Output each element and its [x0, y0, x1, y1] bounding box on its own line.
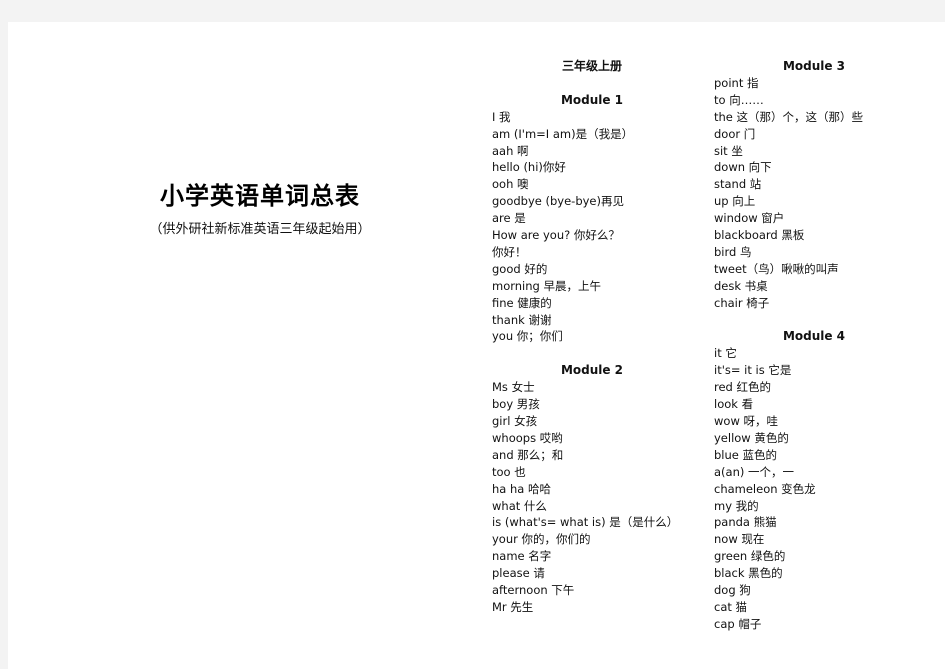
vocabulary-entry: Mr 先生	[492, 599, 534, 614]
vocabulary-entry: good 好的	[492, 261, 548, 276]
module-section: Module 3 point 指 to 向…… the 这（那）个，这（那）些 doo…	[714, 58, 914, 312]
vocabulary-entry: bird 鸟	[714, 244, 752, 259]
vocabulary-entry: please 请	[492, 566, 545, 581]
vocabulary-entry: dog 狗	[714, 583, 751, 598]
module-heading: Module 1	[560, 92, 624, 107]
vocabulary-entry: it 它	[714, 346, 737, 361]
module-section: Module 1 I 我 am (I'm=I am)是（我是） aah 啊 hello…	[492, 92, 692, 346]
vocabulary-entry: fine 健康的	[492, 295, 552, 310]
document-subtitle: （供外研社新标准英语三年级起始用）	[149, 222, 371, 237]
vocabulary-entry: cap 帽子	[714, 616, 762, 631]
vocabulary-entry: what 什么	[492, 498, 547, 513]
vocabulary-entry: thank 谢谢	[492, 312, 552, 327]
word-list-right-column: Module 3 point 指 to 向…… the 这（那）个，这（那）些 doo…	[714, 58, 914, 633]
vocabulary-entry: green 绿色的	[714, 549, 786, 564]
vocabulary-entry: chameleon 变色龙	[714, 481, 816, 496]
vocabulary-entry: wow 呀，哇	[714, 414, 779, 429]
vocabulary-entry: sit 坐	[714, 143, 743, 158]
vocabulary-entry: ooh 噢	[492, 177, 529, 192]
vocabulary-entry: 你好！	[492, 244, 527, 259]
vocabulary-entry: morning 早晨，上午	[492, 278, 601, 293]
module-heading: Module 3	[782, 59, 846, 73]
module-entries: it 它 it's= it is 它是 red 红色的 look 看 wow 呀，哇 ye…	[714, 345, 914, 632]
module-entries: point 指 to 向…… the 这（那）个，这（那）些 door 门 sit 坐 d…	[714, 75, 914, 312]
vocabulary-entry: whoops 哎哟	[492, 430, 563, 445]
vocabulary-entry: tweet（鸟）啾啾的叫声	[714, 261, 839, 276]
volume-heading: 三年级上册	[561, 59, 622, 73]
vocabulary-entry: goodbye (bye-bye)再见	[492, 194, 624, 209]
vocabulary-entry: Ms 女士	[492, 380, 535, 395]
vocabulary-entry: How are you? 你好么？	[492, 228, 620, 243]
module-section: Module 2 Ms 女士 boy 男孩 girl 女孩 whoops 哎哟 and …	[492, 362, 692, 616]
vocabulary-entry: I 我	[492, 109, 511, 124]
module-entries: I 我 am (I'm=I am)是（我是） aah 啊 hello (hi)你好 oo…	[492, 109, 692, 346]
vocabulary-entry: red 红色的	[714, 380, 772, 395]
vocabulary-entry: blue 蓝色的	[714, 447, 778, 462]
module-heading: Module 4	[782, 329, 846, 344]
vocabulary-entry: chair 椅子	[714, 295, 770, 310]
vocabulary-entry: is (what's= what is) 是（是什么）	[492, 515, 679, 530]
vocabulary-entry: name 名字	[492, 549, 552, 564]
vocabulary-entry: it's= it is 它是	[714, 363, 792, 378]
vocabulary-entry: panda 熊猫	[714, 515, 777, 530]
module-section: Module 4 it 它 it's= it is 它是 red 红色的 look 看…	[714, 328, 914, 632]
vocabulary-entry: girl 女孩	[492, 414, 538, 428]
vocabulary-entry: to 向……	[714, 92, 764, 107]
vocabulary-entry: hello (hi)你好	[492, 160, 566, 175]
word-list-left-column: 三年级上册 Module 1 I 我 am (I'm=I am)是（我是） aah …	[492, 58, 692, 616]
vocabulary-entry: aah 啊	[492, 143, 529, 158]
vocabulary-entry: door 门	[714, 126, 756, 141]
vocabulary-entry: and 那么；和	[492, 447, 564, 462]
vocabulary-entry: am (I'm=I am)是（我是）	[492, 126, 634, 141]
module-heading: Module 2	[560, 363, 624, 378]
vocabulary-entry: now 现在	[714, 532, 765, 547]
vocabulary-entry: are 是	[492, 211, 526, 226]
vocabulary-entry: point 指	[714, 75, 759, 90]
vocabulary-entry: cat 猫	[714, 599, 748, 614]
module-entries: Ms 女士 boy 男孩 girl 女孩 whoops 哎哟 and 那么；和 too 也…	[492, 379, 692, 616]
vocabulary-entry: yellow 黄色的	[714, 430, 789, 445]
vocabulary-entry: stand 站	[714, 177, 762, 192]
vocabulary-entry: your 你的，你们的	[492, 532, 591, 547]
vocabulary-entry: a(an) 一个，一	[714, 464, 795, 479]
vocabulary-entry: boy 男孩	[492, 397, 540, 412]
vocabulary-entry: too 也	[492, 464, 526, 479]
vocabulary-entry: afternoon 下午	[492, 583, 575, 598]
vocabulary-entry: down 向下	[714, 160, 772, 175]
vocabulary-entry: you 你；你们	[492, 329, 563, 344]
vocabulary-entry: black 黑色的	[714, 566, 783, 581]
vocabulary-entry: the 这（那）个，这（那）些	[714, 109, 864, 124]
document-title: 小学英语单词总表	[160, 181, 360, 210]
vocabulary-entry: desk 书桌	[714, 278, 768, 293]
vocabulary-entry: look 看	[714, 397, 754, 412]
vocabulary-entry: up 向上	[714, 194, 756, 209]
vocabulary-entry: blackboard 黑板	[714, 228, 805, 243]
vocabulary-entry: ha ha 哈哈	[492, 481, 551, 496]
vocabulary-entry: my 我的	[714, 498, 759, 513]
vocabulary-entry: window 窗户	[714, 211, 785, 226]
